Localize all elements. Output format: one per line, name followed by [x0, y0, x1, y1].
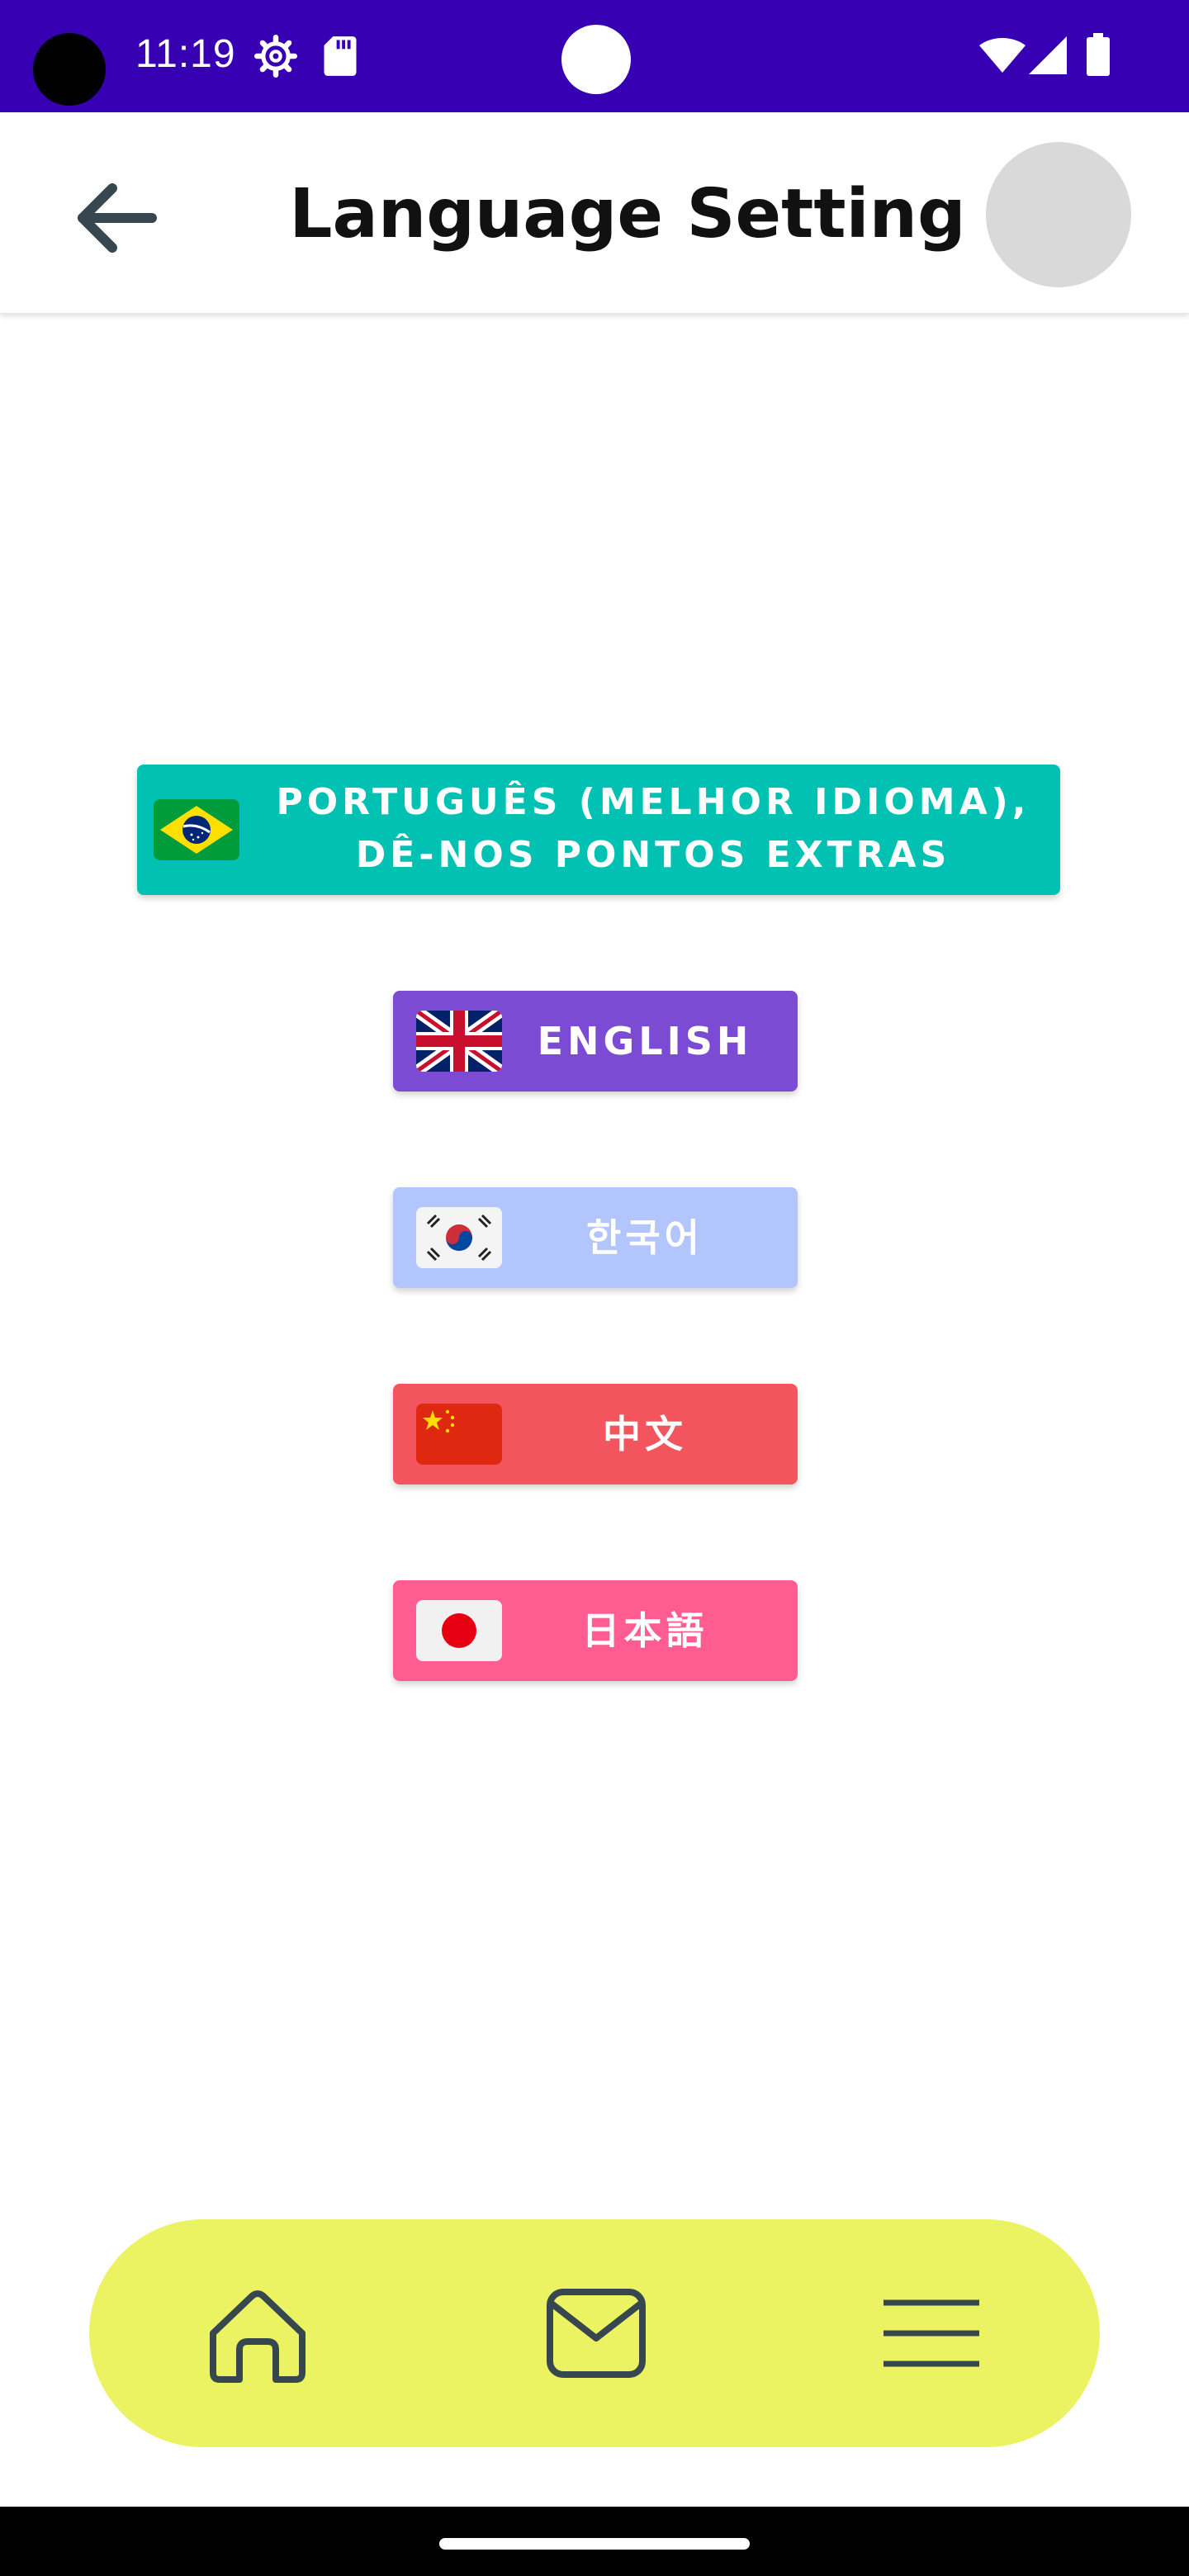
battery-icon [1087, 33, 1110, 79]
signal-icon [1029, 36, 1067, 78]
language-button-chinese[interactable]: 中文 [393, 1384, 798, 1485]
status-center-dot [561, 25, 631, 94]
language-button-japanese[interactable]: 日本語 [393, 1580, 798, 1681]
page-title: Language Setting [289, 175, 966, 253]
language-label-chinese: 中文 [603, 1412, 687, 1456]
home-icon [206, 2282, 309, 2388]
home-gesture-handle[interactable] [439, 2538, 750, 2550]
status-bar: 11:19 [0, 0, 1189, 112]
arrow-left-icon [73, 183, 159, 256]
avatar[interactable] [986, 142, 1131, 287]
language-label-portuguese-line1: PORTUGUÊS (MELHOR IDIOMA), [276, 781, 1030, 823]
language-button-portuguese[interactable]: PORTUGUÊS (MELHOR IDIOMA), DÊ-NOS PONTOS… [137, 765, 1060, 895]
china-flag-icon [416, 1404, 502, 1465]
south-korea-flag-icon [416, 1207, 502, 1268]
bottom-navigation [89, 2219, 1100, 2447]
camera-cutout [33, 33, 106, 106]
nav-menu-button[interactable] [874, 2277, 989, 2393]
nav-home-button[interactable] [200, 2277, 315, 2393]
mail-icon [545, 2287, 647, 2383]
language-button-english[interactable]: ENGLISH [393, 991, 798, 1091]
language-label-portuguese: PORTUGUÊS (MELHOR IDIOMA), DÊ-NOS PONTOS… [261, 776, 1045, 882]
language-label-korean: 한국어 [586, 1215, 703, 1260]
settings-gear-icon [254, 35, 297, 81]
app-header: Language Setting [0, 112, 1189, 314]
nav-mail-button[interactable] [538, 2277, 654, 2393]
status-time: 11:19 [135, 32, 236, 76]
back-button[interactable] [66, 170, 165, 269]
language-label-english: ENGLISH [537, 1019, 753, 1063]
wifi-icon [979, 38, 1026, 78]
language-label-portuguese-line2: DÊ-NOS PONTOS EXTRAS [355, 834, 951, 876]
japan-flag-icon [416, 1600, 502, 1661]
sd-card-icon [322, 35, 358, 81]
language-button-korean[interactable]: 한국어 [393, 1187, 798, 1288]
uk-flag-icon [416, 1011, 502, 1072]
menu-icon [880, 2296, 983, 2374]
brazil-flag-icon [154, 799, 239, 860]
language-label-japanese: 日本語 [581, 1608, 708, 1653]
